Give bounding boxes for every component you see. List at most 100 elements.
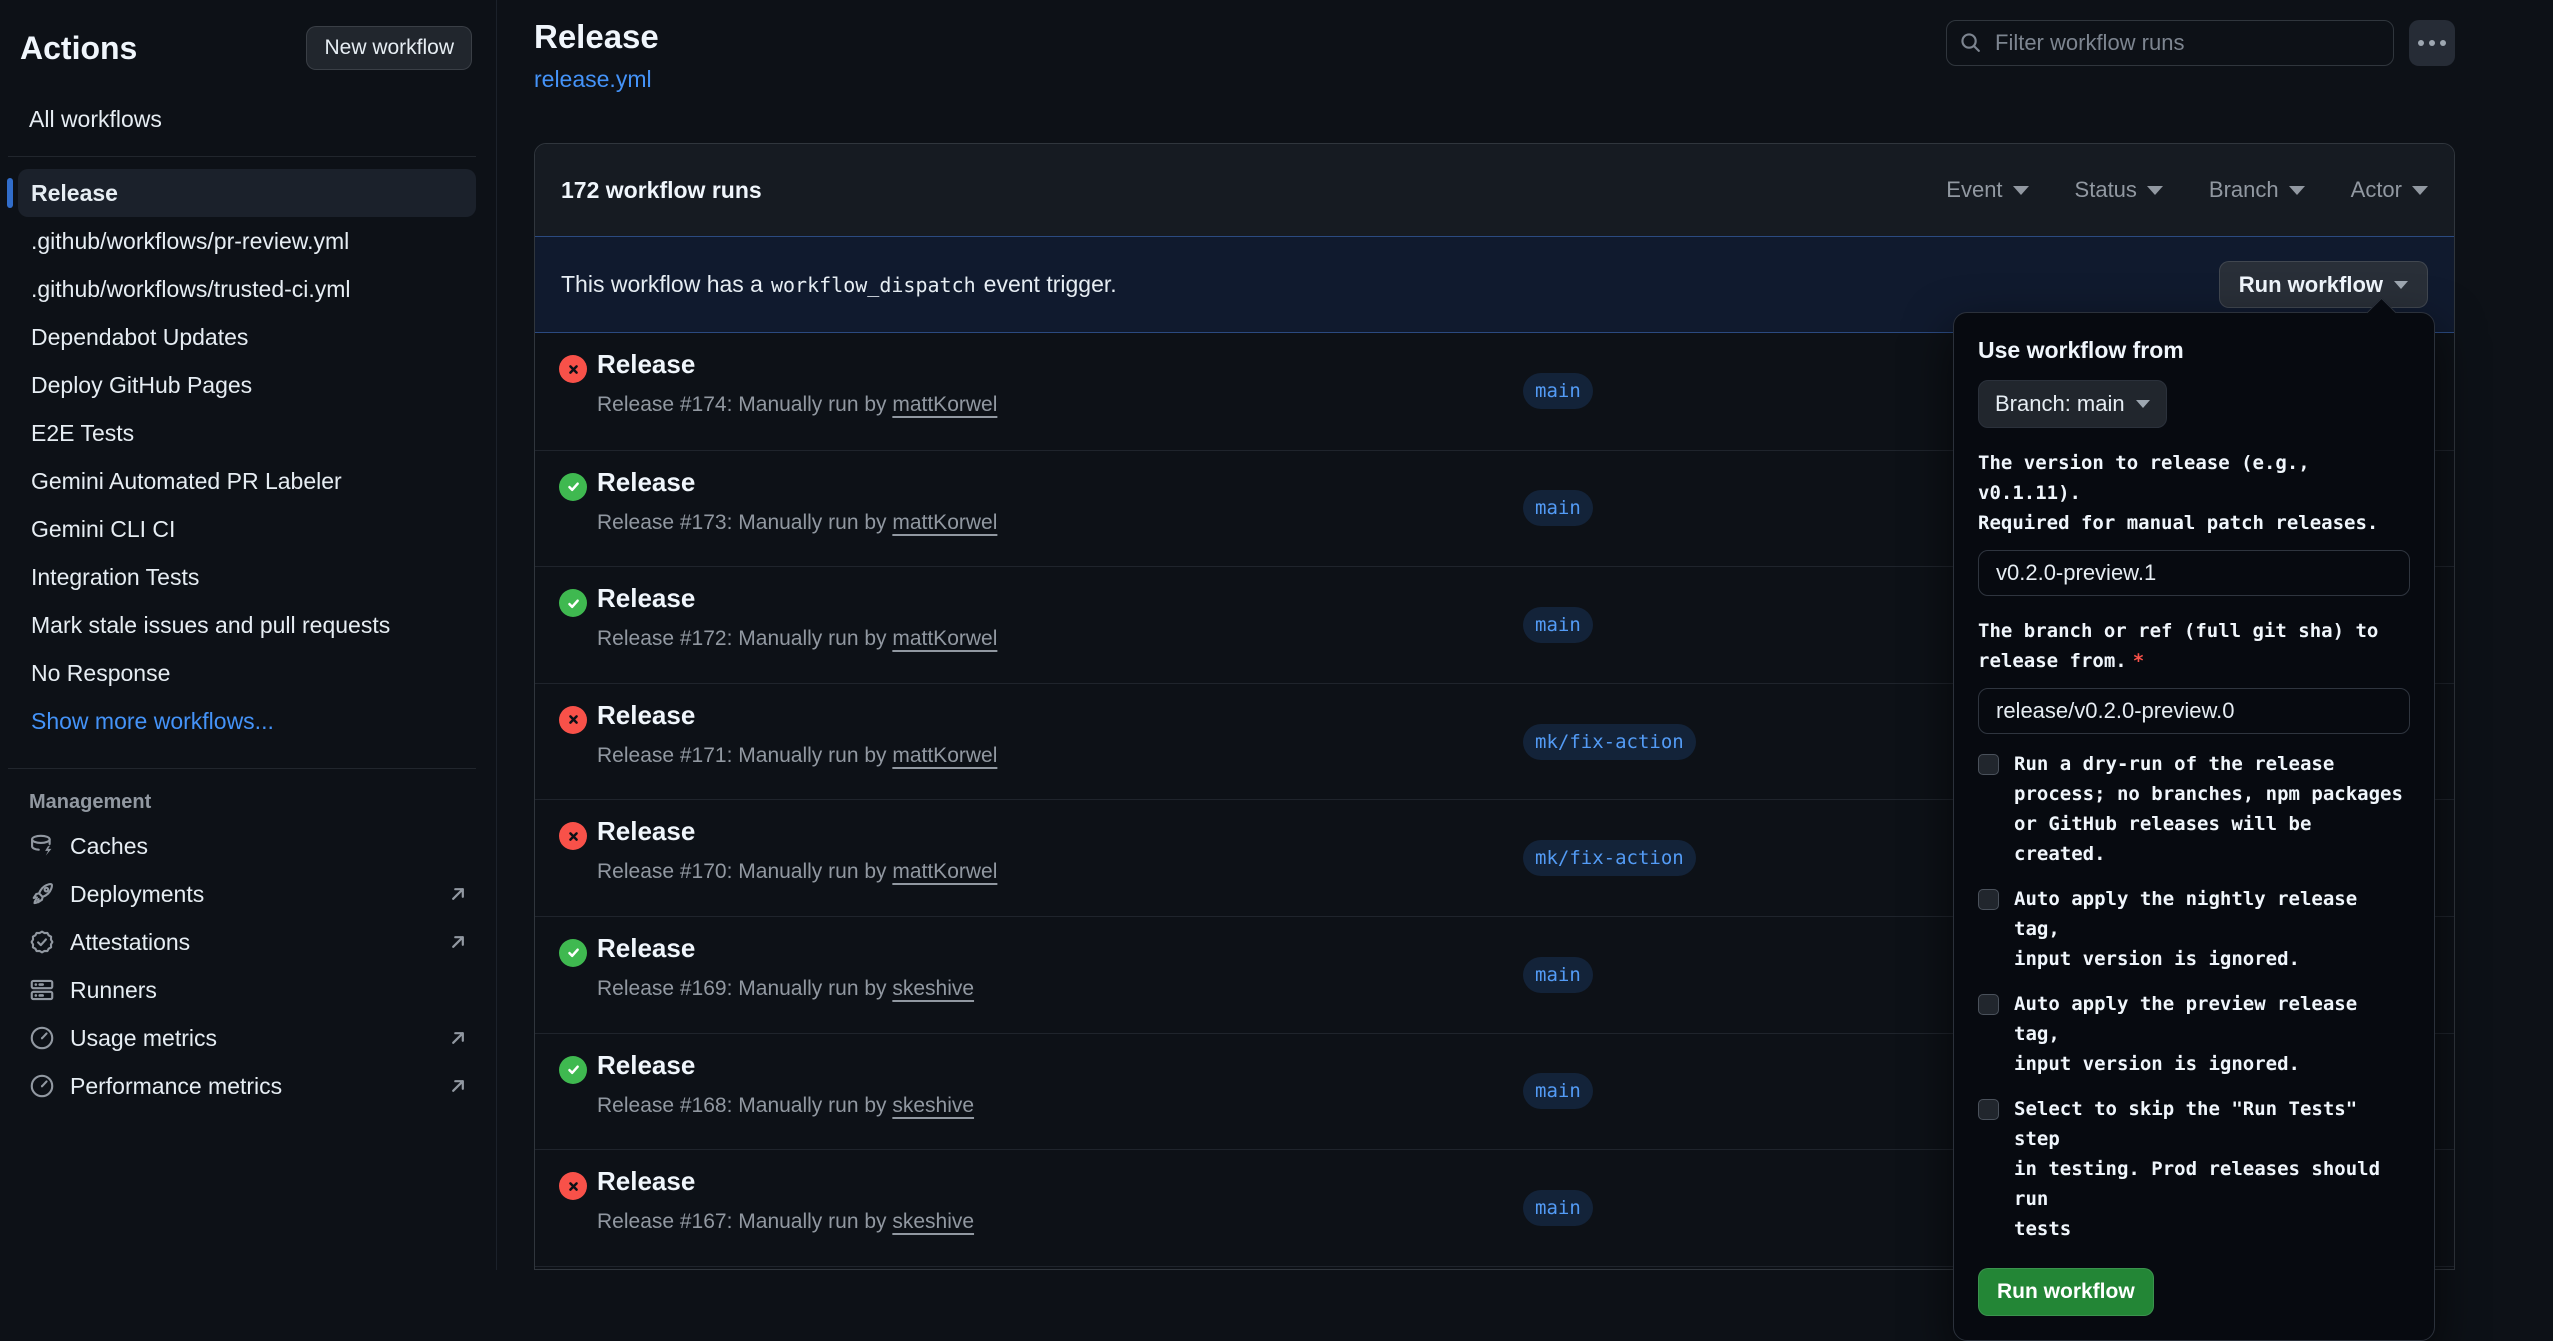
required-asterisk: * [2133,650,2144,672]
success-status-icon [559,939,587,967]
actor-link[interactable]: skeshive [892,1094,974,1117]
management-item[interactable]: Attestations [0,918,496,966]
ref-input[interactable] [1978,688,2410,734]
sidebar-workflow-item[interactable]: .github/workflows/pr-review.yml [18,217,476,265]
sidebar-workflow-label: Gemini Automated PR Labeler [31,468,342,495]
branch-badge[interactable]: main [1523,490,1593,526]
run-title-link[interactable]: Release [597,467,695,498]
checkbox[interactable] [1978,754,1999,775]
workflow-runs-count: 172 workflow runs [561,177,762,204]
run-title-link[interactable]: Release [597,349,695,380]
version-input-label: The version to release (e.g., v0.1.11). … [1978,448,2410,538]
branch-badge[interactable]: main [1523,957,1593,993]
checkbox-label[interactable]: Run a dry-run of the releaseprocess; no … [2014,749,2410,869]
run-filter-dropdown[interactable]: Actor [2351,177,2428,203]
check-circle-icon [564,1060,583,1079]
actor-link[interactable]: mattKorwel [892,744,997,767]
run-title-link[interactable]: Release [597,1166,695,1197]
sidebar-workflow-item[interactable]: Gemini Automated PR Labeler [18,457,476,505]
meter-icon [29,1025,55,1051]
run-filter-dropdown[interactable]: Branch [2209,177,2305,203]
management-item[interactable]: Deployments [0,870,496,918]
run-filters: Event Status Branch Actor [1946,177,2428,203]
run-description: Release #167: Manually run by skeshive [597,1210,974,1234]
actor-link[interactable]: mattKorwel [892,860,997,883]
checkbox[interactable] [1978,889,1999,910]
run-description: Release #169: Manually run by skeshive [597,977,974,1001]
sidebar-workflow-item[interactable]: Mark stale issues and pull requests [18,601,476,649]
actor-link[interactable]: mattKorwel [892,511,997,534]
runs-panel-header: 172 workflow runs Event Status Branch Ac… [535,144,2454,236]
popover-checkbox-row: Auto apply the preview release tag,input… [1978,989,2410,1079]
sidebar-workflow-item[interactable]: Gemini CLI CI [18,505,476,553]
checkbox-label[interactable]: Auto apply the nightly release tag,input… [2014,884,2410,974]
sidebar-workflow-label: Mark stale issues and pull requests [31,612,390,639]
management-item-label: Usage metrics [70,1025,217,1052]
run-title-link[interactable]: Release [597,583,695,614]
actor-link[interactable]: skeshive [892,1210,974,1233]
branch-selector-button[interactable]: Branch: main [1978,380,2167,428]
run-title-link[interactable]: Release [597,1050,695,1081]
sidebar-workflow-label: .github/workflows/pr-review.yml [31,228,349,255]
branch-badge[interactable]: mk/fix-action [1523,724,1696,760]
sidebar-title: Actions [20,30,137,67]
verified-icon [29,929,55,955]
sidebar-divider [8,768,476,769]
failure-status-icon [559,822,587,850]
external-link-icon [447,1027,469,1049]
x-circle-icon [564,360,583,379]
run-workflow-dropdown-button[interactable]: Run workflow [2219,261,2428,308]
page-title: Release [534,18,659,56]
x-circle-icon [564,827,583,846]
sidebar-workflow-item[interactable]: .github/workflows/trusted-ci.yml [18,265,476,313]
sidebar-workflow-label: E2E Tests [31,420,134,447]
search-input[interactable] [1946,20,2394,66]
branch-badge[interactable]: main [1523,1190,1593,1226]
sidebar-workflow-item[interactable]: No Response [18,649,476,697]
management-item[interactable]: Performance metrics [0,1062,496,1110]
sidebar-workflow-item[interactable]: Deploy GitHub Pages [18,361,476,409]
actor-link[interactable]: mattKorwel [892,627,997,650]
sidebar-workflow-label: Deploy GitHub Pages [31,372,252,399]
sidebar-workflow-item[interactable]: E2E Tests [18,409,476,457]
management-item[interactable]: Usage metrics [0,1014,496,1062]
run-title-link[interactable]: Release [597,700,695,731]
show-more-workflows-link[interactable]: Show more workflows... [18,697,476,745]
management-item-label: Runners [70,977,157,1004]
branch-badge[interactable]: main [1523,607,1593,643]
actor-link[interactable]: mattKorwel [892,393,997,416]
popover-checkbox-row: Select to skip the "Run Tests" stepin te… [1978,1094,2410,1244]
branch-badge[interactable]: main [1523,1073,1593,1109]
run-title-link[interactable]: Release [597,816,695,847]
run-title-link[interactable]: Release [597,933,695,964]
chevron-down-icon [2289,186,2305,195]
branch-badge[interactable]: main [1523,373,1593,409]
checkbox[interactable] [1978,1099,1999,1120]
sidebar-workflow-item[interactable]: Integration Tests [18,553,476,601]
version-input[interactable] [1978,550,2410,596]
check-circle-icon [564,477,583,496]
management-item[interactable]: Runners [0,966,496,1014]
sidebar-workflow-label: No Response [31,660,170,687]
popover-heading: Use workflow from [1978,337,2410,364]
filter-label: Status [2075,177,2137,203]
ref-input-label: The branch or ref (full git sha) to rele… [1978,616,2410,676]
checkbox-label[interactable]: Auto apply the preview release tag,input… [2014,989,2410,1079]
chevron-down-icon [2412,186,2428,195]
actor-link[interactable]: skeshive [892,977,974,1000]
all-workflows-link[interactable]: All workflows [0,106,496,133]
workflow-options-kebab-button[interactable] [2409,20,2455,66]
management-item-label: Deployments [70,881,204,908]
management-item[interactable]: Caches [0,822,496,870]
workflow-file-link[interactable]: release.yml [534,66,652,93]
run-filter-dropdown[interactable]: Event [1946,177,2028,203]
branch-badge[interactable]: mk/fix-action [1523,840,1696,876]
sidebar-workflow-item[interactable]: Release [18,169,476,217]
checkbox[interactable] [1978,994,1999,1015]
run-workflow-submit-button[interactable]: Run workflow [1978,1268,2154,1316]
run-filter-dropdown[interactable]: Status [2075,177,2163,203]
filter-label: Event [1946,177,2002,203]
sidebar-workflow-item[interactable]: Dependabot Updates [18,313,476,361]
checkbox-label[interactable]: Select to skip the "Run Tests" stepin te… [2014,1094,2410,1244]
new-workflow-button[interactable]: New workflow [306,26,472,70]
